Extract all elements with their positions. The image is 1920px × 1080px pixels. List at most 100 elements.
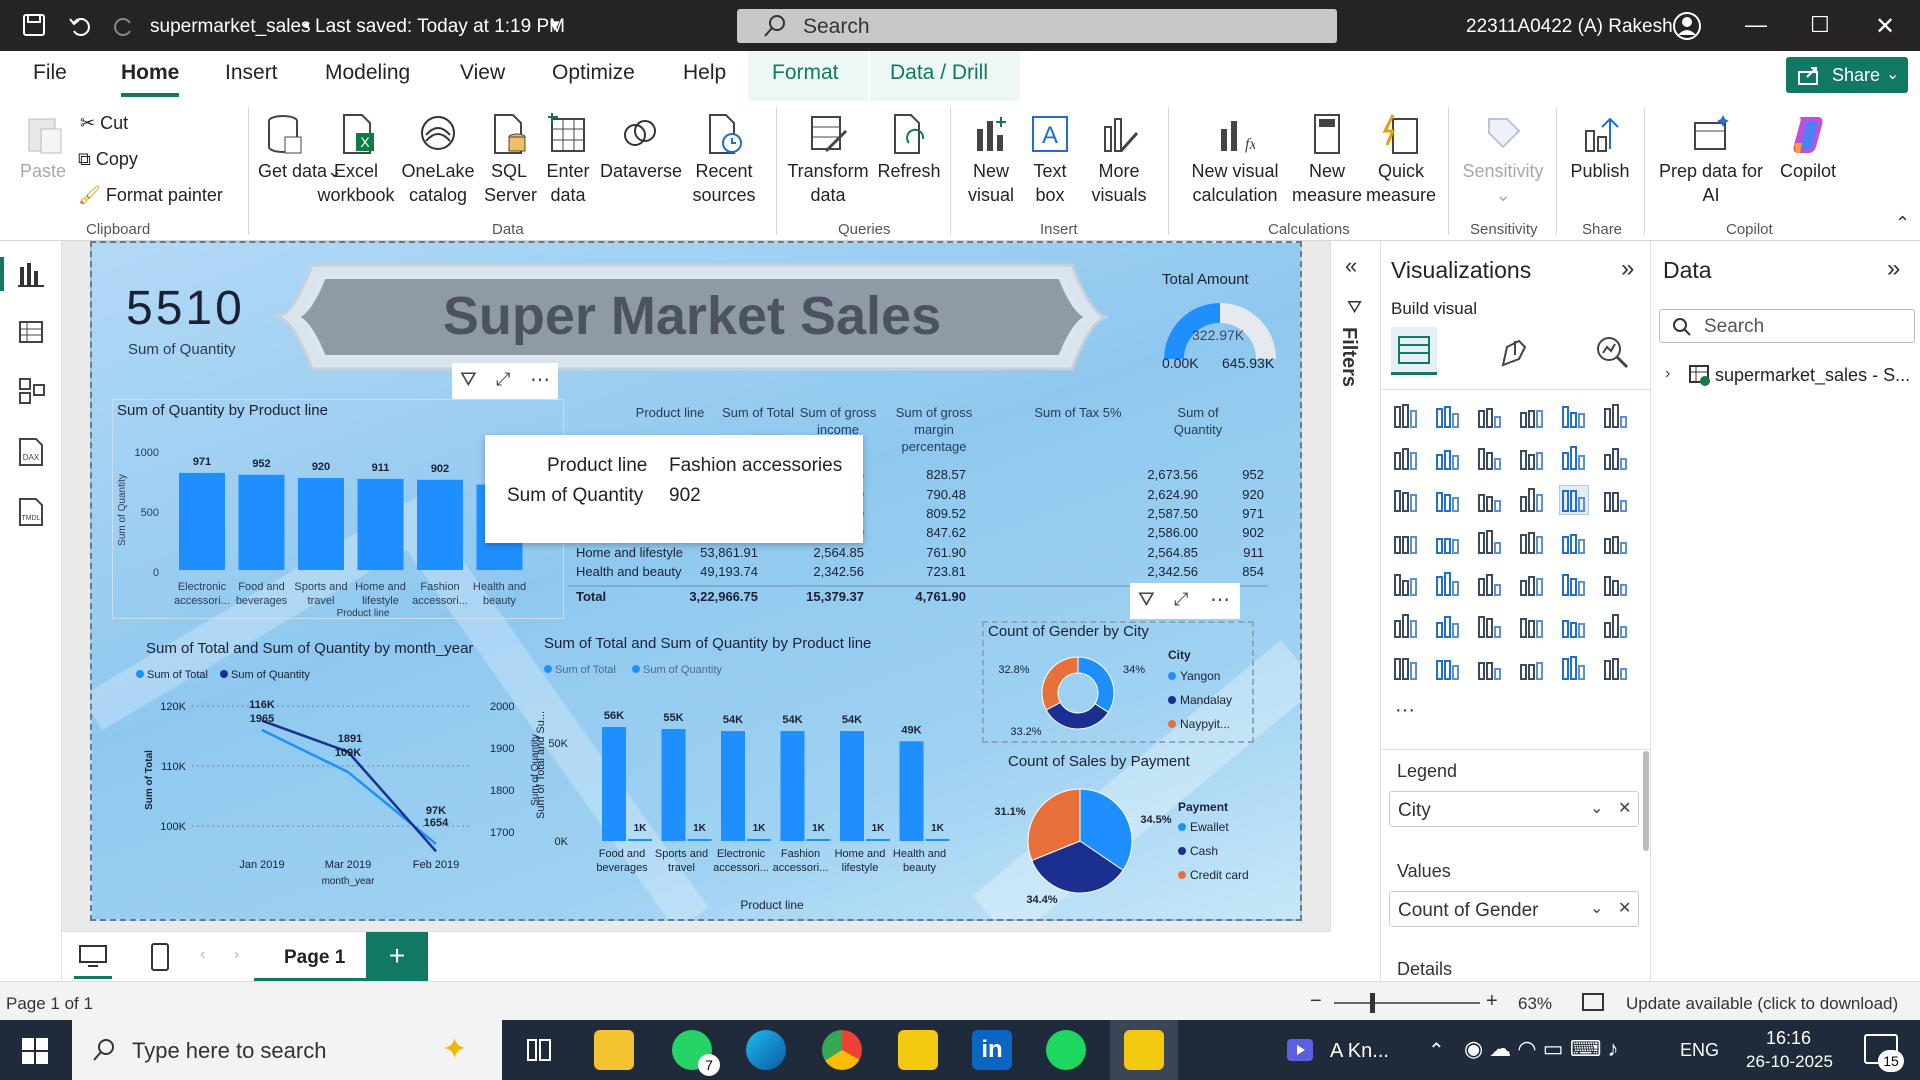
- 100-bar-visual-icon[interactable]: [1559, 401, 1589, 431]
- close-icon[interactable]: ✕: [1875, 12, 1895, 41]
- shape-map-visual-icon[interactable]: [1517, 527, 1547, 557]
- sensitivity-button[interactable]: Sensitivity ⌄: [1458, 113, 1548, 207]
- recent-sources-button[interactable]: Recent sources: [690, 113, 758, 207]
- model-view-icon[interactable]: [18, 377, 46, 405]
- avatar-icon[interactable]: [1672, 11, 1702, 41]
- media-icon[interactable]: [1286, 1038, 1314, 1062]
- page-tab-1[interactable]: Page 1: [254, 932, 366, 982]
- maximize-icon[interactable]: ☐: [1810, 12, 1830, 38]
- bar2-bar-total[interactable]: [721, 731, 745, 841]
- line-plot[interactable]: Sum of Total Sum of Quantity 120K 110K 100K 2…: [112, 660, 552, 908]
- paste-button[interactable]: Paste: [18, 113, 68, 183]
- bar-chart-total-quantity-by-product-line[interactable]: Sum of Total and Sum of Quantity by Prod…: [532, 633, 1032, 917]
- kpi-card-value[interactable]: 5510: [126, 281, 245, 336]
- pie-legend-marker[interactable]: [1178, 871, 1186, 879]
- get-data-button[interactable]: Get data⌄: [258, 113, 342, 183]
- fit-to-page-icon[interactable]: [1582, 992, 1604, 1012]
- decomposition-tree-visual-icon[interactable]: [1475, 611, 1505, 641]
- data-search-input[interactable]: Search: [1659, 309, 1915, 343]
- copilot-button[interactable]: Copilot: [1768, 113, 1848, 183]
- linkedin-icon[interactable]: in: [972, 1030, 1012, 1070]
- python-visual-visual-icon[interactable]: [1391, 611, 1421, 641]
- card-visual-icon[interactable]: [1601, 527, 1631, 557]
- refresh-button[interactable]: Refresh: [876, 113, 942, 183]
- bar2-plot[interactable]: Sum of Total Sum of Quantity Sum of Total …: [532, 655, 1032, 917]
- system-tray-icons[interactable]: ◉ ☁ ◠ ▭ ⌨ ♪: [1464, 1036, 1619, 1062]
- stacked-area-visual-icon[interactable]: [1475, 443, 1505, 473]
- collapse-ribbon-icon[interactable]: ⌃: [1895, 213, 1910, 234]
- line-legend-marker[interactable]: [220, 670, 228, 678]
- power-bi-icon[interactable]: [898, 1030, 938, 1070]
- bar2-bar-quantity[interactable]: [806, 838, 831, 841]
- clustered-bar-visual-icon[interactable]: [1475, 401, 1505, 431]
- azure-map-visual-icon[interactable]: [1475, 527, 1505, 557]
- dataverse-button[interactable]: Dataverse: [600, 113, 682, 183]
- task-view-icon[interactable]: [526, 1038, 552, 1062]
- file-explorer-icon[interactable]: [594, 1030, 634, 1070]
- power-apps-visual-icon[interactable]: [1391, 653, 1421, 683]
- filled-map-visual-icon[interactable]: [1433, 527, 1463, 557]
- expand-filters-icon[interactable]: «: [1345, 253, 1357, 279]
- more-visuals-button[interactable]: More visuals: [1082, 113, 1156, 207]
- bar2-bar-total[interactable]: [661, 729, 686, 841]
- filter-icon[interactable]: ⛛: [460, 369, 477, 392]
- area-visual-icon[interactable]: [1433, 443, 1463, 473]
- bar2-legend-marker[interactable]: [632, 665, 640, 673]
- power-automate-visual-icon[interactable]: [1433, 653, 1463, 683]
- tab-modeling[interactable]: Modeling: [325, 61, 410, 85]
- arcgis-visual-icon[interactable]: [1475, 653, 1505, 683]
- update-available-link[interactable]: Update available (click to download): [1626, 994, 1898, 1014]
- bar2-bar-total[interactable]: [840, 731, 864, 841]
- table-view-icon[interactable]: [18, 319, 44, 345]
- desktop-layout-icon[interactable]: [78, 944, 110, 970]
- format-visual-icon[interactable]: [1497, 335, 1531, 369]
- filter-icon[interactable]: ⛛: [1138, 589, 1155, 612]
- table-tree-item[interactable]: › supermarket_sales - S...: [1665, 363, 1915, 393]
- donut-chart-gender-by-city[interactable]: Count of Gender by City 32.8% 34% 33.2% Cit…: [982, 621, 1254, 743]
- stacked-column-visual-icon[interactable]: [1433, 401, 1463, 431]
- bar2-bar-quantity[interactable]: [687, 838, 712, 841]
- bar2-bar-total[interactable]: [602, 727, 626, 841]
- pie-plot[interactable]: 31.1% 34.5% 34.4% Payment Ewallet Cash Credit …: [982, 775, 1282, 913]
- map-visual-icon[interactable]: [1391, 527, 1421, 557]
- mobile-layout-icon[interactable]: [150, 942, 170, 972]
- quick-measure-button[interactable]: Quick measure: [1366, 113, 1436, 207]
- power-bi-active-icon[interactable]: [1124, 1030, 1164, 1070]
- kpi-visual-icon[interactable]: [1433, 569, 1463, 599]
- line-legend-marker[interactable]: [136, 670, 144, 678]
- zoom-slider-thumb[interactable]: [1370, 993, 1375, 1013]
- tab-home[interactable]: Home: [121, 61, 179, 85]
- line-visual-icon[interactable]: [1391, 443, 1421, 473]
- search-input[interactable]: Search: [737, 9, 1337, 43]
- focus-mode-icon[interactable]: ⤢: [1174, 589, 1188, 610]
- sql-server-button[interactable]: SQL Server: [484, 113, 537, 207]
- edge-icon[interactable]: [746, 1030, 786, 1070]
- prep-data-for-ai-button[interactable]: Prep data for AI: [1656, 113, 1766, 207]
- qa-visual-icon[interactable]: [1517, 611, 1547, 641]
- key-influencers-visual-icon[interactable]: [1433, 611, 1463, 641]
- redo-icon[interactable]: [112, 13, 136, 37]
- line-clustered-visual-icon[interactable]: [1601, 443, 1631, 473]
- taskbar-search[interactable]: Type here to search ✦: [72, 1020, 502, 1080]
- scrollbar[interactable]: [1643, 751, 1649, 851]
- analytics-icon[interactable]: [1595, 335, 1629, 369]
- minimize-icon[interactable]: —: [1745, 12, 1767, 38]
- chrome-icon[interactable]: [822, 1030, 862, 1070]
- publish-button[interactable]: Publish: [1566, 113, 1634, 183]
- remove-field-icon[interactable]: ✕: [1618, 798, 1631, 818]
- paginated-visual-icon[interactable]: [1601, 611, 1631, 641]
- pie-visual-icon[interactable]: [1517, 485, 1547, 515]
- dax-query-view-icon[interactable]: DAX: [16, 437, 46, 467]
- donut-legend-marker[interactable]: [1168, 720, 1176, 728]
- tab-data-drill[interactable]: Data / Drill: [890, 61, 988, 85]
- donut-legend-marker[interactable]: [1168, 696, 1176, 704]
- card-new-visual-icon[interactable]: [1517, 653, 1547, 683]
- pie-legend-marker[interactable]: [1178, 823, 1186, 831]
- stacked-bar-visual-icon[interactable]: [1391, 401, 1421, 431]
- bar2-bar-total[interactable]: [780, 731, 805, 841]
- tmdl-view-icon[interactable]: TMDL: [16, 497, 46, 527]
- tab-format[interactable]: Format: [772, 61, 839, 85]
- undo-icon[interactable]: [68, 13, 92, 37]
- tab-insert[interactable]: Insert: [225, 61, 278, 85]
- new-visual-calculation-button[interactable]: fx New visual calculation: [1180, 113, 1290, 207]
